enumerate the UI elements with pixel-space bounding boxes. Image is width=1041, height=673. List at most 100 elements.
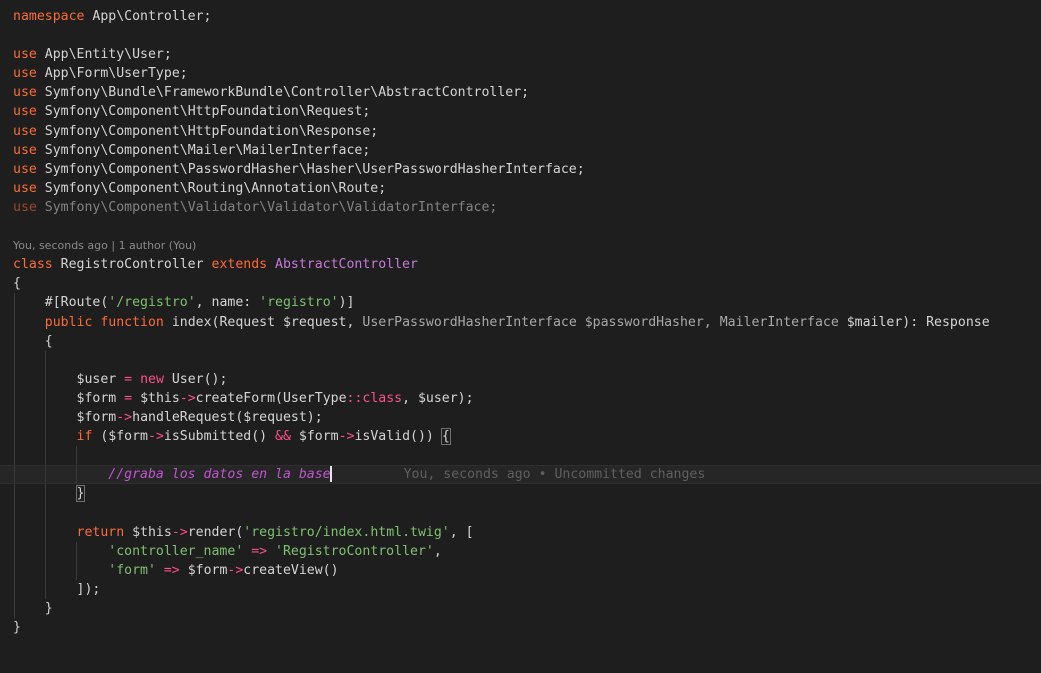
operator: -> bbox=[171, 524, 188, 540]
indent-guide bbox=[14, 522, 15, 542]
code-line[interactable]: { bbox=[0, 331, 1041, 351]
indent-guide bbox=[14, 579, 15, 599]
code-editor[interactable]: namespace App\Controller; use App\Entity… bbox=[0, 0, 1041, 673]
code-line[interactable]: use Symfony\Component\HttpFoundation\Req… bbox=[0, 102, 1041, 121]
indent-guide bbox=[14, 503, 15, 523]
indent-guide bbox=[45, 484, 46, 504]
code-line-unused[interactable]: use Symfony\Component\Validator\Validato… bbox=[0, 198, 1041, 217]
git-codelens[interactable]: You, seconds ago | 1 author (You) bbox=[0, 236, 1041, 255]
operator: = bbox=[124, 371, 133, 387]
code-line-empty[interactable] bbox=[0, 26, 1041, 45]
keyword: function bbox=[100, 314, 164, 330]
code-line-empty[interactable] bbox=[0, 350, 1041, 370]
code-line[interactable]: #[Route('/registro', name: 'registro')] bbox=[0, 293, 1041, 313]
operator: -> bbox=[338, 429, 355, 445]
string: 'registro/index.html.twig' bbox=[243, 524, 450, 540]
keyword: use bbox=[13, 142, 37, 158]
use-path: Symfony\Component\HttpFoundation\Respons… bbox=[44, 123, 379, 139]
keyword: use bbox=[13, 161, 37, 177]
indent-guide bbox=[14, 331, 15, 351]
code-line[interactable]: class RegistroController extends Abstrac… bbox=[0, 255, 1041, 274]
indent-guide bbox=[45, 466, 46, 484]
code-line[interactable]: use Symfony\Bundle\FrameworkBundle\Contr… bbox=[0, 83, 1041, 102]
indent-guide bbox=[14, 446, 15, 466]
code-line[interactable]: use Symfony\Component\Mailer\MailerInter… bbox=[0, 141, 1041, 160]
code-line[interactable]: $user = new User(); bbox=[0, 369, 1041, 389]
keyword: if bbox=[76, 429, 93, 445]
code-line[interactable]: ]); bbox=[0, 579, 1041, 599]
variable: $user bbox=[76, 371, 125, 387]
indent-guide bbox=[14, 484, 15, 504]
code-line[interactable]: 'form' => $form->createView() bbox=[0, 560, 1041, 580]
brace: { bbox=[13, 276, 21, 292]
variable: $this bbox=[132, 390, 180, 406]
indent-guide bbox=[45, 350, 46, 370]
code-line[interactable]: return $this->render('registro/index.htm… bbox=[0, 522, 1041, 542]
string: '/registro' bbox=[108, 295, 196, 311]
indent-guide bbox=[45, 522, 46, 542]
code-line[interactable]: $form->handleRequest($request); bbox=[0, 407, 1041, 428]
keyword: use bbox=[13, 199, 37, 215]
parent-class: AbstractController bbox=[267, 257, 418, 273]
indent-guide bbox=[76, 541, 77, 561]
keyword: use bbox=[13, 180, 37, 196]
method-sig: $mailer): Response bbox=[838, 314, 990, 330]
code-line[interactable]: if ($form->isSubmitted() && $form->isVal… bbox=[0, 427, 1041, 447]
operator: -> bbox=[179, 390, 196, 406]
indent-guide bbox=[14, 427, 15, 447]
code-line[interactable]: use Symfony\Component\Routing\Annotation… bbox=[0, 179, 1041, 198]
use-path: App\Entity\User; bbox=[44, 47, 172, 63]
indent-guide bbox=[45, 407, 46, 428]
code-line[interactable]: 'controller_name' => 'RegistroController… bbox=[0, 541, 1041, 561]
operator: && bbox=[275, 429, 291, 445]
method-sig: index(Request $request, bbox=[163, 314, 363, 330]
code-line-empty[interactable] bbox=[0, 446, 1041, 466]
indent-guide bbox=[45, 503, 46, 523]
brace: { bbox=[44, 333, 53, 349]
code-line[interactable]: { bbox=[0, 274, 1041, 293]
code-line[interactable]: public function index(Request $request, … bbox=[0, 312, 1041, 332]
code-line[interactable]: } bbox=[0, 598, 1041, 618]
matched-bracket: } bbox=[75, 485, 86, 503]
keyword: namespace bbox=[13, 9, 85, 24]
use-path: Symfony\Bundle\FrameworkBundle\Controlle… bbox=[44, 85, 530, 101]
variable: ($form bbox=[92, 429, 148, 445]
variable: $form bbox=[76, 390, 125, 406]
code-line[interactable]: use App\Entity\User; bbox=[0, 45, 1041, 64]
operator: :: bbox=[346, 390, 363, 406]
param-type: UserPasswordHasherInterface bbox=[362, 314, 577, 330]
variable: $form bbox=[290, 429, 339, 445]
code-line[interactable]: namespace App\Controller; bbox=[0, 7, 1041, 26]
call: User(); bbox=[171, 371, 228, 387]
use-path: Symfony\Component\Mailer\MailerInterface… bbox=[44, 142, 371, 158]
brace: } bbox=[13, 620, 21, 635]
indent-guide bbox=[45, 388, 46, 408]
text-cursor bbox=[329, 466, 332, 483]
keyword: class bbox=[362, 390, 403, 406]
code-line[interactable]: $form = $this->createForm(UserType::clas… bbox=[0, 388, 1041, 408]
code-line[interactable]: use Symfony\Component\HttpFoundation\Res… bbox=[0, 122, 1041, 141]
code-line-empty[interactable] bbox=[0, 503, 1041, 523]
keyword: use bbox=[13, 123, 37, 139]
punctuation: , [ bbox=[449, 524, 474, 540]
code-line[interactable]: } bbox=[0, 618, 1041, 637]
indent-guide bbox=[45, 427, 46, 447]
code-line-current[interactable]: //graba los datos en la base You, seconds… bbox=[0, 465, 1041, 485]
keyword: class bbox=[13, 257, 53, 273]
variable: $form bbox=[76, 409, 117, 425]
string: 'form' bbox=[108, 562, 156, 578]
code-line-empty[interactable] bbox=[0, 217, 1041, 236]
code-line[interactable]: use App\Form\UserType; bbox=[0, 64, 1041, 83]
indent-guide bbox=[45, 369, 46, 389]
keyword: use bbox=[13, 66, 37, 82]
call: render( bbox=[187, 524, 244, 540]
indent-guide bbox=[45, 446, 46, 466]
use-path: Symfony\Component\PasswordHasher\Hasher\… bbox=[44, 161, 585, 177]
attr-suffix: )] bbox=[338, 295, 355, 311]
code-line[interactable]: } bbox=[0, 484, 1041, 504]
namespace-name: App\Controller; bbox=[84, 9, 212, 24]
variable: $form bbox=[187, 562, 228, 578]
punctuation: , bbox=[433, 543, 442, 559]
indent-guide bbox=[14, 293, 15, 313]
code-line[interactable]: use Symfony\Component\PasswordHasher\Has… bbox=[0, 160, 1041, 179]
